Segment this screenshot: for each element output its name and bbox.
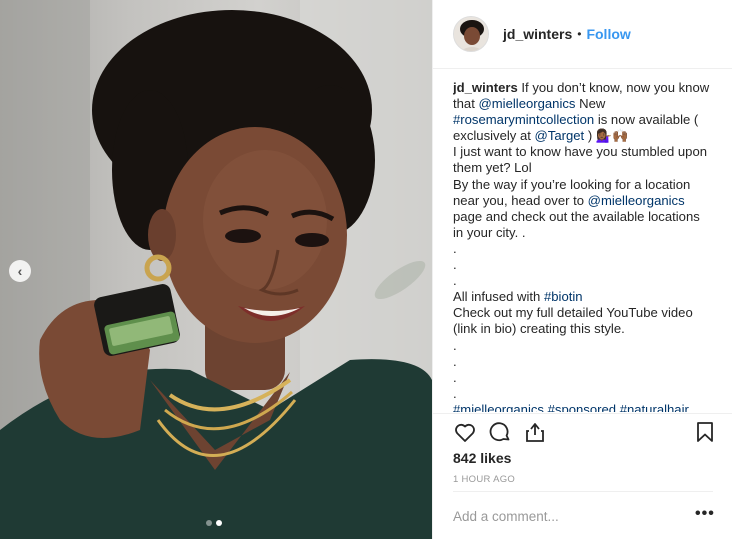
caption-line: . — [453, 370, 721, 386]
caption-line: in your city. . — [453, 225, 721, 241]
heart-icon[interactable] — [453, 420, 477, 444]
carousel-prev-button[interactable]: ‹ — [9, 260, 31, 282]
post-sidebar: jd_winters • Follow jd_winters If you do… — [432, 0, 732, 539]
hashtag-link[interactable]: #sponsored — [548, 402, 616, 412]
header-username[interactable]: jd_winters — [503, 26, 572, 42]
caption-text: By the way if you’re looking for a locat… — [453, 176, 691, 192]
caption-line: near you, head over to @mielleorganics — [453, 193, 721, 209]
caption-text: New — [575, 96, 606, 112]
caption-line: exclusively at @Target ) 💁🏾‍♀️🙌🏾 — [453, 128, 721, 144]
caption-line: jd_winters If you don’t know, now you kn… — [453, 80, 721, 96]
caption-text: . — [453, 385, 457, 401]
caption-text: I just want to know have you stumbled up… — [453, 144, 708, 160]
caption-username[interactable]: jd_winters — [453, 80, 518, 95]
caption-line: page and check out the available locatio… — [453, 209, 721, 225]
post-header: jd_winters • Follow — [433, 0, 732, 69]
post-photo: ‹ — [0, 0, 432, 539]
comment-icon[interactable] — [488, 420, 512, 444]
carousel-indicator — [206, 520, 222, 526]
action-bar — [453, 420, 717, 446]
caption-text: them yet? Lol — [453, 160, 532, 176]
caption-text: near you, head over to — [453, 192, 588, 208]
caption-text: Check out my full detailed YouTube video — [453, 305, 693, 321]
caption-text: that — [453, 96, 479, 112]
hashtag-link[interactable]: #rosemarymintcollection — [453, 112, 594, 127]
caption-text: in your city. . — [453, 224, 526, 240]
share-icon[interactable] — [523, 420, 547, 444]
caption-text: All infused with — [453, 289, 544, 305]
divider — [433, 413, 732, 414]
caption-line: . — [453, 273, 721, 289]
caption-line: . — [453, 338, 721, 354]
caption-text: page and check out the available locatio… — [453, 208, 700, 224]
caption-line: By the way if you’re looking for a locat… — [453, 177, 721, 193]
caption-text: (link in bio) creating this style. — [453, 321, 625, 337]
header-separator: • — [577, 27, 582, 41]
post-caption: jd_winters If you don’t know, now you kn… — [453, 80, 721, 412]
mention-link[interactable]: @mielleorganics — [478, 96, 575, 111]
hashtag-link[interactable]: #naturalhair — [620, 402, 689, 412]
chevron-left-icon: ‹ — [17, 263, 23, 279]
caption-text: exclusively at — [453, 128, 535, 144]
avatar[interactable] — [453, 16, 489, 52]
portrait-photo — [0, 0, 432, 539]
mention-link[interactable]: @mielleorganics — [588, 193, 685, 208]
hashtag-link[interactable]: #biotin — [544, 289, 583, 304]
caption-text: ) 💁🏾‍♀️🙌🏾 — [584, 128, 629, 144]
like-count[interactable]: 842 likes — [453, 450, 511, 466]
mention-link[interactable]: @Target — [535, 128, 585, 143]
caption-line: . — [453, 241, 721, 257]
hashtag-link[interactable]: #mielleorganics — [453, 402, 544, 412]
caption-line: #rosemarymintcollection is now available… — [453, 112, 721, 128]
caption-text: . — [453, 257, 457, 273]
caption-line: them yet? Lol — [453, 160, 721, 176]
caption-text: . — [453, 273, 457, 289]
bookmark-icon[interactable] — [693, 420, 717, 444]
post-timestamp[interactable]: 1 HOUR AGO — [453, 474, 515, 485]
caption-text: . — [453, 353, 457, 369]
caption-text: If you don’t know, now you know — [517, 80, 710, 95]
caption-line: . — [453, 354, 721, 370]
comment-input[interactable] — [453, 507, 683, 525]
caption-text: . — [453, 369, 457, 385]
caption-line: #mielleorganics #sponsored #naturalhair — [453, 402, 721, 412]
caption-line: I just want to know have you stumbled up… — [453, 144, 721, 160]
caption-text: . — [453, 240, 457, 256]
follow-button[interactable]: Follow — [586, 26, 630, 42]
caption-line: (link in bio) creating this style. — [453, 321, 721, 337]
more-options-icon[interactable]: ••• — [695, 505, 715, 523]
caption-text: . — [453, 337, 457, 353]
caption-text: is now available ( — [594, 112, 699, 128]
caption-line: Check out my full detailed YouTube video — [453, 305, 721, 321]
divider — [453, 491, 713, 492]
caption-line: . — [453, 257, 721, 273]
carousel-dot — [206, 520, 212, 526]
caption-line: that @mielleorganics New — [453, 96, 721, 112]
carousel-dot-active — [216, 520, 222, 526]
caption-line: . — [453, 386, 721, 402]
avatar-image — [454, 17, 488, 51]
caption-line: All infused with #biotin — [453, 289, 721, 305]
